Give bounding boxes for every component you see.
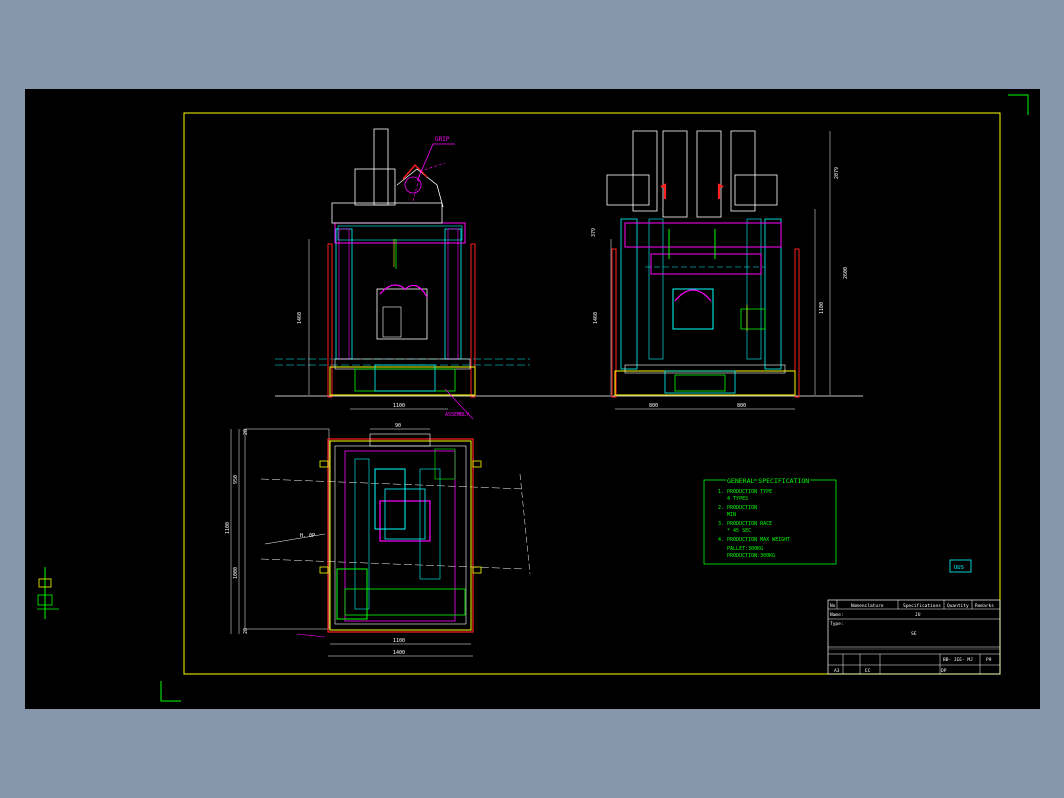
tb-header-quantity: Quantity: [947, 603, 969, 609]
north-symbol: [37, 567, 59, 619]
tb-type-value: SE: [911, 631, 917, 637]
front-dim-bottom-left: 800: [649, 403, 658, 409]
small-tag-text: UUS: [954, 565, 964, 571]
plan-dim-left-2: 1100: [225, 522, 231, 534]
spec-line-4: MIN: [718, 512, 736, 518]
spec-line-2: 4 TYPES: [718, 496, 748, 502]
front-dim-top: 379: [591, 228, 597, 237]
tb-scale: A3: [834, 668, 840, 674]
tb-name-label: Name:: [830, 612, 844, 618]
corner-mark-bottom-left: [160, 681, 181, 702]
corner-mark-top-right: [1008, 94, 1029, 115]
plan-dim-bottom-2: 1400: [393, 650, 405, 656]
tb-date: EC: [865, 668, 871, 674]
tb-header-remarks: Remarks: [975, 603, 994, 609]
drawing-frame: [183, 112, 1001, 675]
spec-title: GENERAL SPECIFICATION: [727, 477, 809, 485]
plan-dim-bottom-1: 1100: [393, 638, 405, 644]
plan-dim-small-bottom: 20: [243, 628, 249, 634]
cad-canvas[interactable]: GRIP ASSEMBLY 1460 1100 2079 2600 1100 1…: [25, 89, 1040, 709]
front-dim-left: 1460: [593, 312, 599, 324]
spec-line-5: 3. PRODUCTION RACE: [718, 521, 772, 527]
spec-box: GENERAL SPECIFICATION 1. PRODUCTION TYPE…: [703, 476, 837, 565]
plan-view: 20 950 1100 1000 20 H. 0P 90 1100 1400: [225, 423, 531, 657]
spec-line-6: * 45 SEC: [718, 528, 751, 534]
plan-dim-left-3: 1000: [233, 567, 239, 579]
plan-label-h: H. 0P: [300, 533, 315, 539]
app-window: GRIP ASSEMBLY 1460 1100 2079 2600 1100 1…: [0, 0, 1064, 798]
svg-text:ASSEMBLY: ASSEMBLY: [445, 412, 469, 418]
side-callout: GRIP: [435, 136, 450, 143]
side-view: GRIP ASSEMBLY 1460 1100: [275, 128, 863, 420]
title-block: No Nomenclature Specifications Quantity …: [827, 599, 1001, 675]
side-dim-width: 1100: [393, 403, 405, 409]
tb-type-label: Type:: [830, 621, 844, 627]
tb-header-no: No: [830, 603, 836, 609]
spec-line-1: 1. PRODUCTION TYPE: [718, 489, 772, 495]
side-dim-height: 1460: [297, 312, 303, 324]
tb-name-value: JU: [915, 612, 921, 618]
tb-drawing-no: BB- JEE- MJ: [943, 657, 973, 663]
plan-dim-small-top: 20: [243, 429, 249, 435]
spec-line-9: PRODUCTION:300KG: [718, 553, 775, 559]
plan-dim-top: 90: [395, 423, 401, 429]
front-dim-total: 2600: [843, 267, 849, 279]
spec-line-8: PALLET:300KG: [718, 546, 763, 552]
tb-sheet: P9: [986, 657, 992, 663]
front-dim-upper: 2079: [834, 167, 840, 179]
spec-line-7: 4. PRODUCTION MAX WEIGHT: [718, 537, 790, 543]
drawing-svg: GRIP ASSEMBLY 1460 1100 2079 2600 1100 1…: [37, 94, 1029, 702]
tb-by: DP: [941, 668, 947, 674]
spec-line-3: 2. PRODUCTION: [718, 505, 757, 511]
tb-header-nomenclature: Nomenclature: [851, 603, 884, 609]
plan-dim-left-1: 950: [233, 475, 239, 484]
front-dim-bottom-right: 800: [737, 403, 746, 409]
tb-header-specifications: Specifications: [903, 603, 941, 609]
front-dim-mid: 1100: [819, 302, 825, 314]
front-view: 2079 2600 1100 1460 379 800 800: [591, 130, 849, 410]
small-tag: UUS: [949, 559, 972, 573]
